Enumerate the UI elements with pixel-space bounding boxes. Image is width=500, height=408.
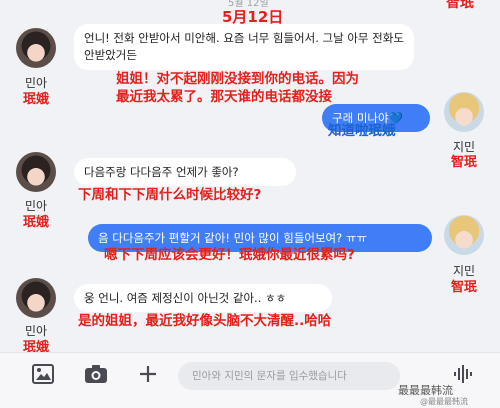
avatar[interactable] <box>16 28 56 68</box>
message-translation: 是的姐姐，最近我好像头脑不大清醒..哈哈 <box>78 313 332 329</box>
message-bubble[interactable]: 다음주랑 다다음주 언제가 좋아? <box>74 158 296 186</box>
message-translation: 姐姐！对不起刚刚没接到你的电话。因为最近我太累了。那天谁的电话都没接 <box>116 71 359 105</box>
watermark-handle: @最最最韩流 <box>420 397 468 406</box>
camera-icon[interactable] <box>84 364 108 389</box>
message-bubble[interactable]: 웅 언니. 여즘 제정신이 아닌것 같아.. ㅎㅎ <box>74 284 332 312</box>
message-bubble[interactable]: 언니! 전화 안받아서 미안해. 요즘 너무 힘들어서. 그날 아무 전화도 안… <box>74 24 414 70</box>
sender-name-cn: 智珉 <box>450 280 477 295</box>
voice-icon[interactable] <box>452 364 472 389</box>
sender-name-cn: 珉娥 <box>22 92 49 107</box>
avatar[interactable] <box>444 92 484 132</box>
avatar[interactable] <box>16 278 56 318</box>
avatar[interactable] <box>444 215 484 255</box>
sender-name-cn: 珉娥 <box>22 215 49 230</box>
message-translation: 嗯下下周应该会更好！珉娥你最近很累吗? <box>104 247 355 263</box>
sender-name-cn: 智珉 <box>450 155 477 170</box>
message-input[interactable]: 민아와 지민의 문자를 입수했습니다 <box>178 362 400 390</box>
plus-icon[interactable] <box>138 364 158 389</box>
message-translation: 下周和下下周什么时候比较好? <box>78 187 262 203</box>
corner-caption: 智珉 <box>446 0 474 11</box>
avatar[interactable] <box>16 152 56 192</box>
image-icon[interactable] <box>32 364 54 389</box>
message-translation: 知道啦珉娥 <box>328 123 396 139</box>
